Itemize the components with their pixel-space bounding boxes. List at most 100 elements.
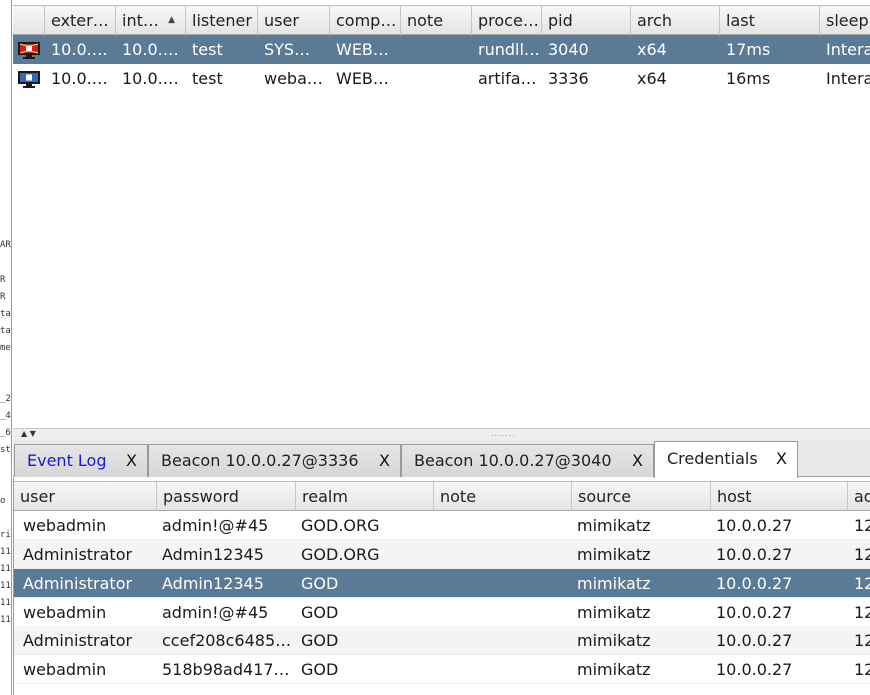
column-header-source[interactable]: source — [572, 482, 711, 511]
background-text: me — [0, 343, 11, 353]
background-text: o — [0, 496, 6, 506]
column-header-host[interactable]: host — [711, 482, 848, 511]
beacon-external-ip: 10.0.… — [51, 40, 108, 59]
beacon-sleep: Intera — [826, 69, 870, 88]
credential-source: mimikatz — [577, 516, 651, 535]
beacon-computer: WEB… — [336, 40, 389, 59]
beacon-row[interactable]: 10.0.… 10.0.… test SYS… WEB… rundll… 304… — [13, 35, 870, 64]
beacon-listener: test — [192, 69, 223, 88]
column-header-pid[interactable]: pid — [542, 6, 631, 35]
credential-added: 12 — [854, 574, 870, 593]
beacon-arch: x64 — [637, 40, 667, 59]
credential-host: 10.0.0.27 — [716, 574, 793, 593]
tab-event-log[interactable]: Event Log X — [14, 444, 148, 477]
column-header-user[interactable]: user — [258, 6, 330, 35]
credential-host: 10.0.0.27 — [716, 545, 793, 564]
tab-close-button[interactable]: X — [379, 445, 390, 476]
background-text: _6 — [0, 428, 11, 438]
sort-ascending-icon: ▲ — [168, 15, 175, 25]
beacon-note — [401, 35, 472, 64]
tab-beacon-3336[interactable]: Beacon 10.0.0.27@3336 X — [148, 444, 401, 477]
tab-label: Credentials — [667, 449, 758, 468]
credential-realm: GOD — [301, 660, 339, 679]
column-header-icon[interactable] — [13, 6, 45, 35]
background-text: R — [0, 292, 6, 302]
column-header-note[interactable]: note — [434, 482, 572, 511]
credential-row[interactable]: webadmin admin!@#45 GOD.ORG mimikatz 10.… — [14, 511, 870, 540]
credential-added: 12 — [854, 516, 870, 535]
tab-credentials[interactable]: Credentials X — [654, 441, 798, 478]
credential-source: mimikatz — [577, 660, 651, 679]
tab-close-button[interactable]: X — [126, 445, 137, 476]
column-header-listener[interactable]: listener — [186, 6, 258, 35]
credential-row[interactable]: webadmin admin!@#45 GOD mimikatz 10.0.0.… — [14, 598, 870, 627]
beacon-pid: 3336 — [548, 69, 589, 88]
beacon-external-ip: 10.0.… — [51, 69, 108, 88]
credential-row[interactable]: webadmin 518b98ad417… GOD mimikatz 10.0.… — [14, 655, 870, 684]
tab-beacon-3040[interactable]: Beacon 10.0.0.27@3040 X — [401, 444, 654, 477]
beacon-process: artifa… — [478, 69, 537, 88]
split-pane-divider[interactable]: ▲ ▼ ....... — [13, 428, 870, 440]
column-header-added[interactable]: ad — [848, 482, 870, 511]
tab-label: Beacon 10.0.0.27@3336 — [161, 451, 359, 470]
beacon-row[interactable]: 10.0.… 10.0.… test weba… WEB… artifa… 33… — [13, 64, 870, 93]
credential-password: admin!@#45 — [162, 603, 269, 622]
column-header-internal[interactable]: int… ▲ — [116, 6, 186, 35]
background-text: 11 — [0, 547, 11, 557]
credential-realm: GOD — [301, 574, 339, 593]
credential-host: 10.0.0.27 — [716, 660, 793, 679]
credential-password: 518b98ad417… — [162, 660, 290, 679]
beacon-arch: x64 — [637, 69, 667, 88]
credential-source: mimikatz — [577, 631, 651, 650]
background-text: ta — [0, 326, 11, 336]
tab-bar: Event Log X Beacon 10.0.0.27@3336 X Beac… — [13, 440, 870, 478]
column-header-realm[interactable]: realm — [296, 482, 434, 511]
credential-row[interactable]: Administrator ccef208c6485… GOD mimikatz… — [14, 626, 870, 655]
credential-host: 10.0.0.27 — [716, 631, 793, 650]
column-header-process[interactable]: proce… — [472, 6, 542, 35]
tab-label: Beacon 10.0.0.27@3040 — [414, 451, 612, 470]
column-header-external[interactable]: exter… — [45, 6, 116, 35]
credential-row[interactable]: Administrator Admin12345 GOD mimikatz 10… — [14, 569, 870, 598]
beacon-note — [401, 64, 472, 93]
tab-label: Event Log — [27, 451, 107, 470]
column-header-password[interactable]: password — [157, 482, 296, 511]
credential-note — [434, 569, 572, 598]
credential-password: ccef208c6485… — [162, 631, 292, 650]
credential-note — [434, 598, 572, 627]
column-header-last[interactable]: last — [720, 6, 820, 35]
beacon-last: 16ms — [726, 69, 771, 88]
beacons-table: exter… int… ▲ listener user comp… note pr… — [13, 0, 870, 428]
credential-password: admin!@#45 — [162, 516, 269, 535]
splitter-grip-icon[interactable]: ....... — [491, 430, 516, 438]
beacon-process: rundll… — [478, 40, 540, 59]
credential-added: 12 — [854, 545, 870, 564]
column-header-computer[interactable]: comp… — [330, 6, 401, 35]
credential-password: Admin12345 — [162, 545, 264, 564]
beacon-listener: test — [192, 40, 223, 59]
credentials-header: user password realm note source host ad — [14, 481, 870, 511]
background-text: 11 — [0, 564, 11, 574]
tab-close-button[interactable]: X — [776, 442, 787, 475]
background-text: st — [0, 445, 11, 455]
credential-added: 12 — [854, 603, 870, 622]
column-header-arch[interactable]: arch — [631, 6, 720, 35]
column-header-sleep[interactable]: sleep — [820, 6, 870, 35]
beacon-user: SYS… — [264, 40, 311, 59]
beacon-last: 17ms — [726, 40, 771, 59]
column-header-internal-label: int… — [122, 11, 159, 30]
collapse-arrows-icon[interactable]: ▲ ▼ — [21, 429, 36, 439]
background-text: R — [0, 275, 6, 285]
tab-close-button[interactable]: X — [632, 445, 643, 476]
credential-row[interactable]: Administrator Admin12345 GOD.ORG mimikat… — [14, 540, 870, 569]
background-text: _2 — [0, 394, 11, 404]
column-header-note[interactable]: note — [401, 6, 472, 35]
credential-realm: GOD — [301, 603, 339, 622]
credential-host: 10.0.0.27 — [716, 603, 793, 622]
background-text: 11 — [0, 598, 11, 608]
credential-note — [434, 511, 572, 540]
credential-note — [434, 626, 572, 655]
column-header-user[interactable]: user — [14, 482, 157, 511]
background-text: ta — [0, 309, 11, 319]
credential-user: webadmin — [23, 603, 107, 622]
